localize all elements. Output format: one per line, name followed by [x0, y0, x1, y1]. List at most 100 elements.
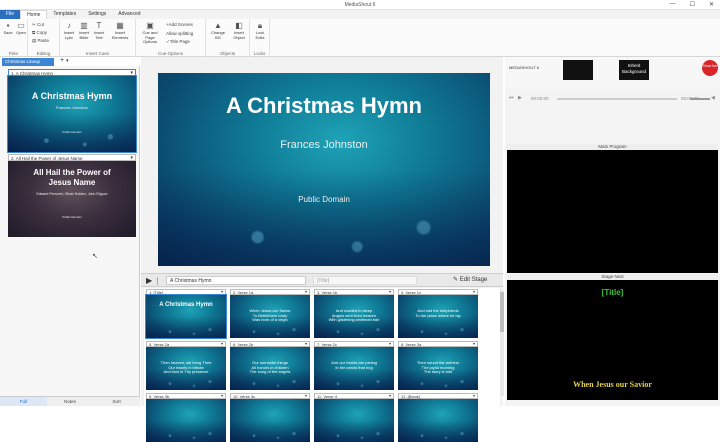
group-files: ▪ Save ▭ Open Files	[0, 19, 28, 57]
slide-cell[interactable]: 6. Verse 2b ▾ Our sorrowful things All hon…	[230, 341, 310, 390]
change-bg-button[interactable]: ▲ Change BG	[208, 22, 228, 40]
slide-cell[interactable]: 9. Verse 3b ▾	[146, 393, 226, 442]
chevron-down-icon[interactable]: ▾	[389, 341, 391, 346]
inherit-background-button[interactable]: Inherit Background	[619, 60, 649, 80]
document-thumbnail[interactable]: All Hail the Power of Jesus Name Edward …	[8, 161, 136, 237]
slide-thumbnail[interactable]: And our hearts are joining In the carols…	[314, 347, 394, 390]
cue-options-button[interactable]: ▣ Cue and Page Options	[138, 22, 162, 45]
slide-thumbnail[interactable]: When Jesus our Savior To Bethlehem lowly…	[230, 295, 310, 338]
chevron-down-icon[interactable]: ▾	[305, 393, 307, 398]
chevron-down-icon[interactable]: ▾	[389, 289, 391, 294]
chevron-down-icon[interactable]: ▾	[473, 393, 475, 398]
thumb-title: A Christmas Hymn	[31, 91, 113, 101]
stage-next-panel: Stage Next [Title] When Jesus our Savior	[507, 274, 718, 400]
slide-thumbnail[interactable]	[398, 399, 478, 442]
edit-stage-button[interactable]: ✎ Edit Stage	[453, 276, 487, 283]
document-item[interactable]: 1. A Christmas Hymn ▾ A Christmas Hymn Fr…	[7, 69, 137, 153]
insert-lyric-button[interactable]: ♪ Insert Lyric	[62, 22, 76, 40]
open-button[interactable]: ▭ Open	[15, 22, 27, 36]
add-tab-button[interactable]: + ▾	[60, 57, 69, 64]
divider	[157, 277, 158, 285]
slide-thumbnail[interactable]	[146, 399, 226, 442]
minimize-button[interactable]: —	[670, 1, 676, 8]
document-header[interactable]: 2. All Hail the Power of Jesus Name ▾	[8, 154, 136, 161]
title-page-checkbox[interactable]: ✓Title Page	[166, 39, 190, 45]
tab-sort[interactable]: Sort	[93, 397, 140, 406]
volume-slider[interactable]	[690, 98, 710, 100]
add-scenes-button[interactable]: +Add Scenes	[166, 22, 193, 27]
thumb-author: Frances Johnston	[56, 105, 88, 110]
insert-bible-button[interactable]: ▥ Insert Bible	[77, 22, 91, 40]
slide-cell[interactable]: 7. Verse 2c ▾ And our hearts are joining I…	[314, 341, 394, 390]
chevron-down-icon[interactable]: ▾	[305, 289, 307, 294]
save-button[interactable]: ▪ Save	[2, 22, 14, 36]
black-screen-button[interactable]	[563, 60, 593, 80]
slide-cell[interactable]: 1. [Title] ▾ A Christmas Hymn	[145, 289, 227, 339]
tab-full[interactable]: Full	[0, 397, 47, 406]
document-header[interactable]: 1. A Christmas Hymn ▾	[8, 69, 136, 76]
chevron-down-icon[interactable]: ▾	[221, 289, 223, 294]
slide-thumbnail[interactable]: Then heaven, we bring Thee Our hearts in…	[146, 347, 226, 390]
scissors-icon: ✂	[32, 22, 36, 27]
menu-advanced[interactable]: Advanced	[112, 10, 146, 19]
slide-cell[interactable]: 3. Verse 1b ▾ And cradled to sleep Angels …	[314, 289, 394, 338]
preview-title: A Christmas Hymn	[225, 93, 422, 118]
scrollbar-thumb[interactable]	[500, 292, 504, 332]
media-transport: ⏮ ▶ 00:00:00 00:00:00 ◀	[505, 94, 720, 104]
cut-button[interactable]: ✂ Cut	[32, 22, 44, 28]
slide-cell[interactable]: 5. Verse 2a ▾ Then heaven, we bring Thee O…	[146, 341, 226, 390]
slide-text: And our hearts are joining In the carols…	[331, 360, 377, 370]
slide-cell[interactable]: 11. Verse 4 ▾	[314, 393, 394, 442]
tab-notes[interactable]: Notes	[47, 397, 94, 406]
document-item[interactable]: 2. All Hail the Power of Jesus Name ▾ All…	[8, 154, 136, 237]
timeline-bar[interactable]	[557, 98, 677, 100]
cue-control-bar: ▶ A Christmas Hymn [Title] ✎ Edit Stage	[141, 273, 503, 287]
menu-settings[interactable]: Settings	[82, 10, 112, 19]
skip-back-icon[interactable]: ⏮	[509, 95, 514, 101]
live-button[interactable]: Show live	[702, 60, 718, 76]
slide-cell[interactable]: 10. Verse 3c ▾	[230, 393, 310, 442]
play-icon[interactable]: ▶	[518, 95, 522, 101]
slide-thumbnail[interactable]	[230, 399, 310, 442]
chevron-down-icon[interactable]: ▾	[305, 341, 307, 346]
insert-elements-button[interactable]: ▦ Insert Elements	[107, 22, 133, 40]
slide-thumbnail[interactable]: And cradled to sleep Angels sent from he…	[314, 295, 394, 338]
menu-bar: File Home Templates Settings Advanced	[0, 10, 720, 19]
slide-thumbnail[interactable]: A Christmas Hymn	[145, 294, 227, 339]
slide-cell[interactable]: 8. Verse 3a ▾ Then sound the anthem The jo…	[398, 341, 478, 390]
document-thumbnail[interactable]: A Christmas Hymn Frances Johnston Public…	[7, 75, 137, 153]
close-button[interactable]: ✕	[709, 1, 714, 8]
volume-icon[interactable]: ◀	[711, 95, 715, 101]
slide-thumbnail[interactable]: Our sorrowful things All honors in child…	[230, 347, 310, 390]
insert-object-button[interactable]: ◧ Insert Object	[229, 22, 249, 40]
slide-cell[interactable]: 2. Verse 1a ▾ When Jesus our Savior To Bet…	[230, 289, 310, 338]
slide-label-field[interactable]: [Title]	[313, 276, 417, 285]
chevron-down-icon[interactable]: ▾	[473, 289, 475, 294]
slide-cell[interactable]: 4. Verse 1c ▾ And told the shepherds To th…	[398, 289, 478, 338]
cue-name-field[interactable]: A Christmas Hymn	[166, 276, 306, 285]
paste-button[interactable]: ▤ Paste	[32, 38, 49, 44]
menu-templates[interactable]: Templates	[47, 10, 82, 19]
slide-grid: 1. [Title] ▾ A Christmas Hymn 2. Verse 1a ▾ W…	[144, 288, 500, 442]
allow-splitting-toggle[interactable]: Allow splitting	[166, 31, 193, 36]
slide-thumbnail[interactable]: And told the shepherds To the place wher…	[398, 295, 478, 338]
tab-christmas-lineup[interactable]: Christmas Lineup	[2, 58, 54, 66]
insert-text-button[interactable]: T Insert Text	[92, 22, 106, 40]
scrollbar[interactable]	[500, 290, 504, 396]
slide-thumbnail[interactable]: Then sound the anthem The joyful morning…	[398, 347, 478, 390]
chevron-down-icon[interactable]: ▾	[389, 393, 391, 398]
menu-home[interactable]: Home	[20, 10, 48, 19]
save-icon: ▪	[6, 21, 10, 30]
slide-preview[interactable]: A Christmas Hymn Frances Johnston Public…	[158, 73, 490, 266]
chevron-down-icon[interactable]: ▾	[221, 341, 223, 346]
chevron-down-icon[interactable]: ▾	[473, 341, 475, 346]
slide-cell[interactable]: 12. [Blank] ▾	[398, 393, 478, 442]
chevron-down-icon[interactable]: ▾	[221, 393, 223, 398]
thumb-footer: Public Domain	[62, 215, 82, 219]
play-icon[interactable]: ▶	[146, 276, 152, 285]
maximize-button[interactable]: ☐	[690, 1, 695, 8]
lock-edits-button[interactable]: 🔒︎ Lock Edits	[252, 22, 268, 40]
copy-button[interactable]: ⧉ Copy	[32, 30, 47, 35]
menu-file[interactable]: File	[0, 10, 21, 19]
slide-thumbnail[interactable]	[314, 399, 394, 442]
